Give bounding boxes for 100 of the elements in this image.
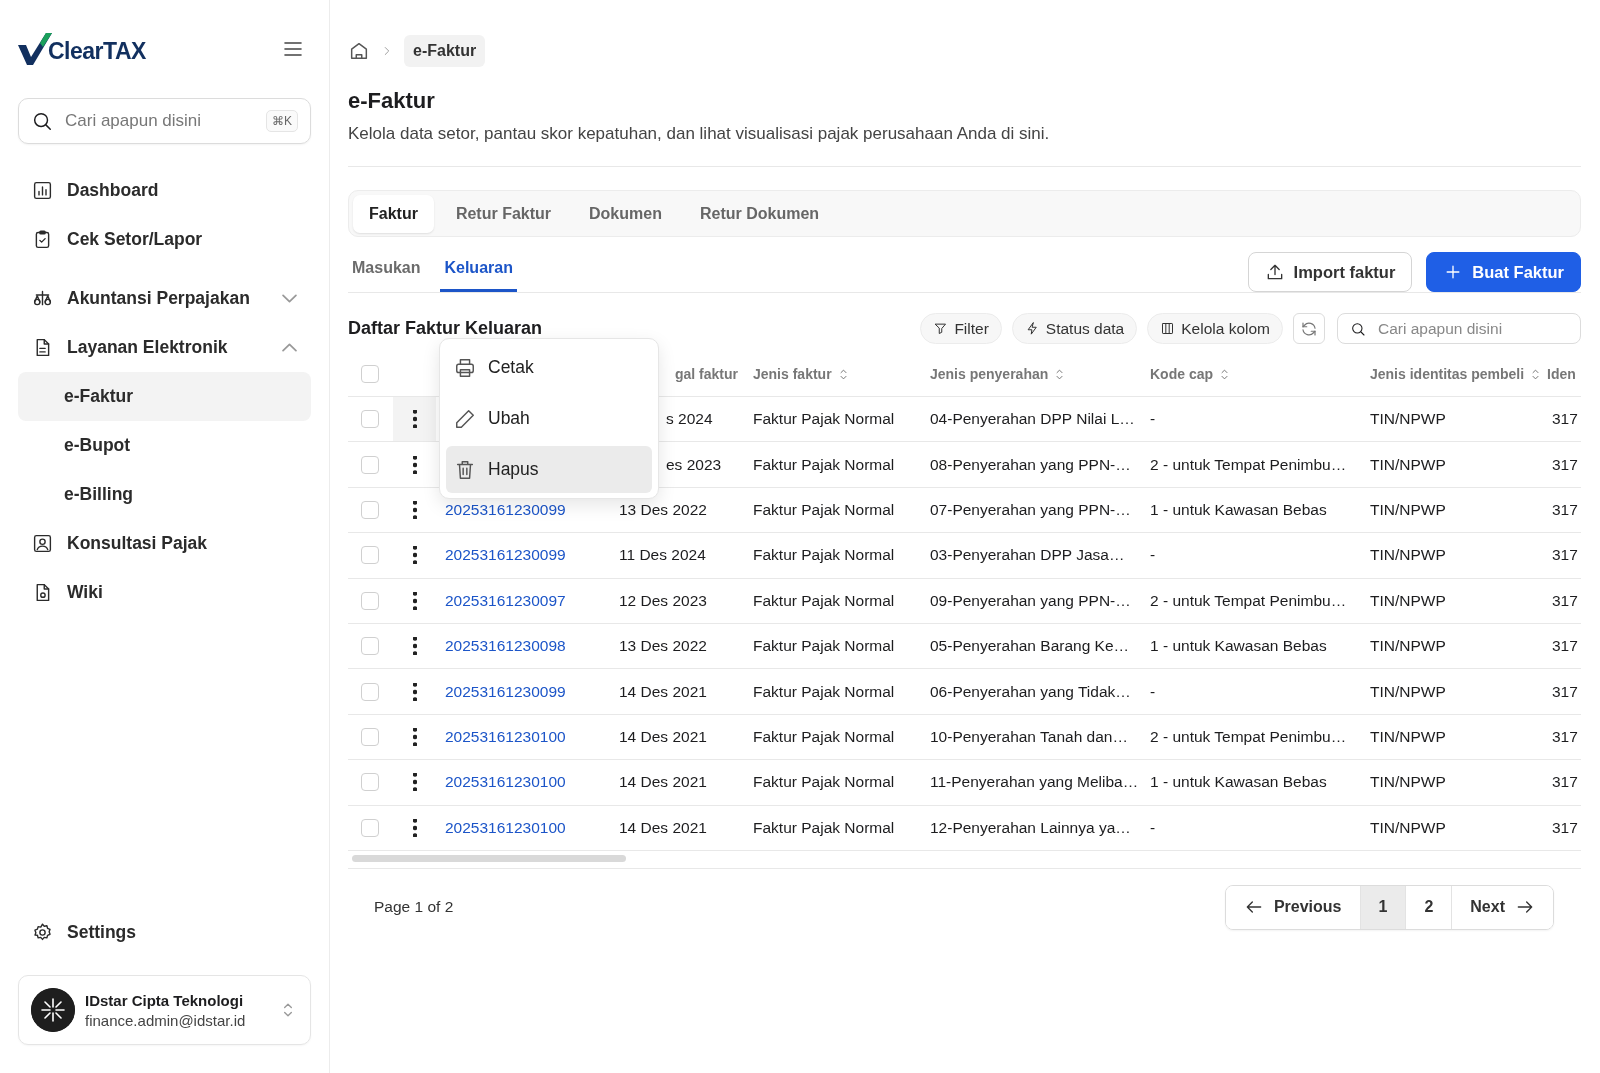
settings-item[interactable]: Settings (18, 908, 311, 957)
table-cell: 03-Penyerahan DPP Jasa… (930, 546, 1125, 565)
tab[interactable]: Retur Faktur (439, 194, 568, 233)
invoice-number-link[interactable]: 20253161230099 (445, 500, 566, 519)
table-search-input[interactable]: Cari apapun disini (1376, 318, 1568, 339)
account-card[interactable]: IDstar Cipta Teknologi finance.admin@idstar.id (18, 975, 311, 1045)
table-cell: 1 - untuk Kawasan Bebas (1150, 500, 1327, 519)
page-title: e-Faktur (348, 88, 436, 114)
sidebar-item[interactable]: Layanan Elektronik (18, 323, 311, 372)
row-checkbox[interactable] (361, 455, 379, 474)
chevron-up-icon (282, 343, 297, 352)
table-cell: Faktur Pajak Normal (753, 546, 895, 565)
printer-icon (454, 356, 476, 379)
scrollbar[interactable] (352, 854, 626, 862)
column-header[interactable]: Jenis penyerahan (930, 366, 1049, 382)
table-cell: es 2023 (666, 455, 722, 474)
table-cell: 10-Penyerahan Tanah dan… (930, 727, 1128, 746)
table-cell: 08-Penyerahan yang PPN-… (930, 455, 1131, 474)
column-header[interactable]: Iden (1547, 366, 1576, 382)
sub-tab[interactable]: Masukan (348, 251, 425, 292)
table-cell: Faktur Pajak Normal (753, 682, 895, 701)
row-checkbox[interactable] (361, 727, 379, 746)
table-cell: 09-Penyerahan yang PPN-… (930, 591, 1131, 610)
invoice-number-link[interactable]: 20253161230100 (445, 773, 566, 792)
menu-item[interactable]: Hapus (446, 446, 652, 493)
table-search-field[interactable]: Cari apapun disini (1337, 313, 1581, 344)
sidebar-item[interactable]: Akuntansi Perpajakan (18, 274, 311, 323)
table-cell: - (1150, 410, 1156, 429)
column-header[interactable]: Jenis faktur (753, 366, 832, 382)
filter-chip[interactable]: Status data (1011, 313, 1138, 344)
table-cell: TIN/NPWP (1370, 818, 1446, 837)
row-checkbox[interactable] (361, 637, 379, 656)
select-all-checkbox[interactable] (361, 365, 379, 383)
invoice-number-link[interactable]: 20253161230100 (445, 727, 566, 746)
import-button[interactable]: Import faktur (1247, 252, 1413, 292)
table-cell: 13 Des 2022 (619, 637, 707, 656)
sidebar-item[interactable]: Dashboard (18, 166, 311, 215)
menu-item[interactable]: Cetak (446, 344, 652, 391)
sidebar-item[interactable]: e-Billing (18, 470, 311, 519)
table-cell: 12 Des 2023 (619, 591, 707, 610)
sidebar-item[interactable]: e-Bupot (18, 421, 311, 470)
next-button[interactable]: Next (1452, 885, 1553, 929)
tab[interactable]: Faktur (353, 194, 434, 233)
more-icon (412, 773, 417, 792)
more-icon (412, 455, 417, 474)
column-header[interactable]: gal faktur (675, 366, 738, 382)
table-cell: 317 (1552, 455, 1578, 474)
table-cell: Faktur Pajak Normal (753, 500, 895, 519)
search-input[interactable]: Cari apapun disini (63, 110, 256, 132)
table-cell: 317 (1552, 500, 1578, 519)
table-cell: 11-Penyerahan yang Meliba… (930, 773, 1139, 792)
create-button[interactable]: Buat Faktur (1426, 252, 1581, 292)
sidebar-item[interactable]: Konsultasi Pajak (18, 519, 311, 568)
page-button[interactable]: 1 (1360, 885, 1407, 929)
row-checkbox[interactable] (361, 773, 379, 792)
invoice-number-link[interactable]: 20253161230099 (445, 682, 566, 701)
column-header[interactable]: Jenis identitas pembeli (1370, 366, 1525, 382)
person-card-icon (32, 533, 53, 554)
refresh-button[interactable] (1293, 313, 1325, 344)
table-cell: 2 - untuk Tempat Penimbu… (1150, 591, 1347, 610)
row-actions-button[interactable] (393, 397, 436, 442)
invoice-number-link[interactable]: 20253161230097 (445, 591, 566, 610)
invoice-number-link[interactable]: 20253161230098 (445, 637, 566, 656)
tab[interactable]: Retur Dokumen (683, 194, 836, 233)
row-checkbox[interactable] (361, 682, 379, 701)
row-checkbox[interactable] (361, 818, 379, 837)
table-cell: 317 (1552, 410, 1578, 429)
table-cell: TIN/NPWP (1370, 637, 1446, 656)
invoice-number-link[interactable]: 20253161230099 (445, 546, 566, 565)
sub-tab[interactable]: Keluaran (440, 251, 517, 292)
breadcrumb-item[interactable]: e-Faktur (404, 35, 486, 67)
column-header[interactable]: Kode cap (1150, 366, 1213, 382)
sidebar-item[interactable]: e-Faktur (18, 372, 311, 421)
table-cell: TIN/NPWP (1370, 591, 1446, 610)
invoice-number-link[interactable]: 20253161230100 (445, 818, 566, 837)
table-cell: TIN/NPWP (1370, 727, 1446, 746)
table-cell: 317 (1552, 682, 1578, 701)
filter-chip[interactable]: Filter (920, 313, 1002, 344)
search-field[interactable]: Cari apapun disini ⌘K (18, 98, 311, 144)
tab[interactable]: Dokumen (573, 194, 678, 233)
filter-chip[interactable]: Kelola kolom (1147, 313, 1283, 344)
page-button[interactable]: 2 (1406, 885, 1453, 929)
sidebar-item[interactable]: Cek Setor/Lapor (18, 215, 311, 264)
table-cell: 14 Des 2021 (619, 727, 707, 746)
menu-item[interactable]: Ubah (446, 395, 652, 442)
row-checkbox[interactable] (361, 591, 379, 610)
row-checkbox[interactable] (361, 500, 379, 519)
table-cell: TIN/NPWP (1370, 546, 1446, 565)
page-summary: Page 1 of 2 (374, 898, 454, 917)
row-checkbox[interactable] (361, 546, 379, 565)
table-cell: Faktur Pajak Normal (753, 455, 895, 474)
row-checkbox[interactable] (361, 410, 379, 429)
table-cell: 14 Des 2021 (619, 682, 707, 701)
home-icon (348, 40, 370, 62)
table-cell: 04-Penyerahan DPP Nilai L… (930, 410, 1135, 429)
table-cell: 317 (1552, 546, 1578, 565)
more-icon (412, 410, 417, 429)
trash-icon (454, 458, 476, 481)
sidebar-item[interactable]: Wiki (18, 568, 311, 617)
previous-button[interactable]: Previous (1225, 885, 1361, 929)
